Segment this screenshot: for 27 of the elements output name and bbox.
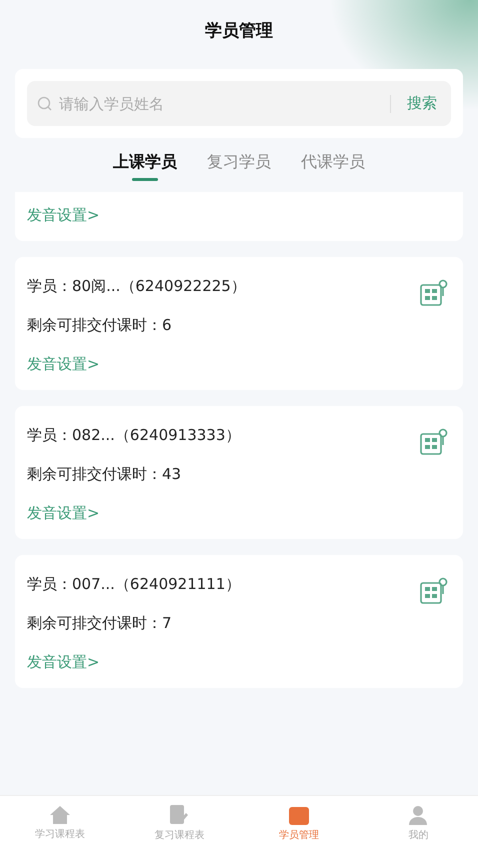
nav-item[interactable]: 我的 xyxy=(358,796,478,850)
search-button[interactable]: 搜索 xyxy=(403,94,441,113)
home-icon xyxy=(48,805,71,825)
search-icon xyxy=(37,96,53,112)
student-name: 学员：082...（6240913333） xyxy=(27,426,240,445)
schedule-icon[interactable] xyxy=(419,428,449,456)
pronunciation-settings-link[interactable]: 发音设置> xyxy=(27,504,100,523)
tab[interactable]: 上课学员 xyxy=(113,152,177,188)
remaining-hours: 剩余可排交付课时：6 xyxy=(27,316,172,335)
student-name: 学员：80阅...（6240922225） xyxy=(27,277,246,296)
remaining-hours: 剩余可排交付课时：7 xyxy=(27,614,172,633)
pronunciation-settings-link[interactable]: 发音设置> xyxy=(27,206,100,225)
nav-item[interactable]: 复习课程表 xyxy=(120,796,239,850)
schedule-icon[interactable] xyxy=(419,577,449,605)
user-icon xyxy=(407,804,430,826)
pronunciation-settings-link[interactable]: 发音设置> xyxy=(27,653,100,672)
search-field[interactable]: 请输入学员姓名 搜索 xyxy=(27,81,451,126)
nav-item[interactable]: 学员管理 xyxy=(239,796,358,850)
schedule-icon[interactable] xyxy=(419,279,449,307)
pronunciation-settings-link[interactable]: 发音设置> xyxy=(27,355,100,374)
tab[interactable]: 代课学员 xyxy=(301,152,365,188)
remaining-hours: 剩余可排交付课时：43 xyxy=(27,465,182,484)
tab[interactable]: 复习学员 xyxy=(207,152,271,188)
page-title: 学员管理 xyxy=(204,20,274,43)
document-icon xyxy=(169,804,190,826)
nav-item[interactable]: 学习课程表 xyxy=(0,796,120,850)
student-name: 学员：007...（6240921111） xyxy=(27,575,240,594)
